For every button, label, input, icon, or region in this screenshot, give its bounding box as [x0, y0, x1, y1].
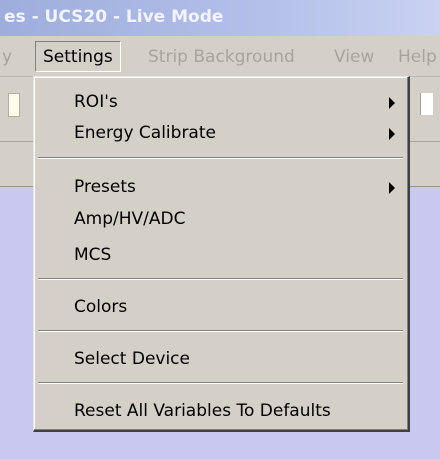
menu-item-strip-background[interactable]: Strip Background: [148, 47, 295, 67]
menu-option-label: Amp/HV/ADC: [74, 209, 186, 229]
menu-option-mcs[interactable]: MCS: [34, 240, 407, 270]
menu-option-label: ROI's: [74, 92, 118, 112]
title-bar: es - UCS20 - Live Mode: [0, 0, 440, 36]
menu-separator: [38, 330, 403, 332]
menu-option-label: Colors: [74, 297, 128, 317]
menu-option-reset-all-variables[interactable]: Reset All Variables To Defaults: [34, 396, 407, 426]
window-title: es - UCS20 - Live Mode: [4, 7, 224, 27]
menu-option-select-device[interactable]: Select Device: [34, 344, 407, 374]
menu-option-label: Energy Calibrate: [74, 123, 216, 143]
menu-separator: [38, 278, 403, 280]
menu-item-settings[interactable]: Settings: [35, 41, 121, 72]
menu-item-view[interactable]: View: [334, 47, 374, 67]
menu-separator: [38, 157, 403, 159]
menu-option-rois[interactable]: ROI's: [34, 87, 407, 117]
menu-option-presets[interactable]: Presets: [34, 172, 407, 202]
toolbar-button-partial[interactable]: [8, 93, 20, 117]
settings-dropdown-menu: ROI's Energy Calibrate Presets Amp/HV/AD…: [33, 76, 410, 432]
menu-separator: [38, 382, 403, 384]
chevron-right-icon: [389, 128, 395, 140]
menu-option-energy-calibrate[interactable]: Energy Calibrate: [34, 118, 407, 148]
menu-option-label: MCS: [74, 245, 112, 265]
menu-item-help[interactable]: Help: [398, 47, 437, 67]
menu-option-amp-hv-adc[interactable]: Amp/HV/ADC: [34, 204, 407, 234]
application-window: es - UCS20 - Live Mode y Settings Strip …: [0, 0, 440, 459]
chevron-right-icon: [389, 97, 395, 109]
menu-item-partial[interactable]: y: [2, 47, 12, 67]
menu-option-label: Reset All Variables To Defaults: [74, 401, 331, 421]
menu-bar: y Settings Strip Background View Help: [0, 36, 440, 77]
menu-option-colors[interactable]: Colors: [34, 292, 407, 322]
chevron-right-icon: [389, 182, 395, 194]
menu-option-label: Presets: [74, 177, 136, 197]
toolbar-field-partial[interactable]: [420, 93, 433, 115]
menu-option-label: Select Device: [74, 349, 190, 369]
